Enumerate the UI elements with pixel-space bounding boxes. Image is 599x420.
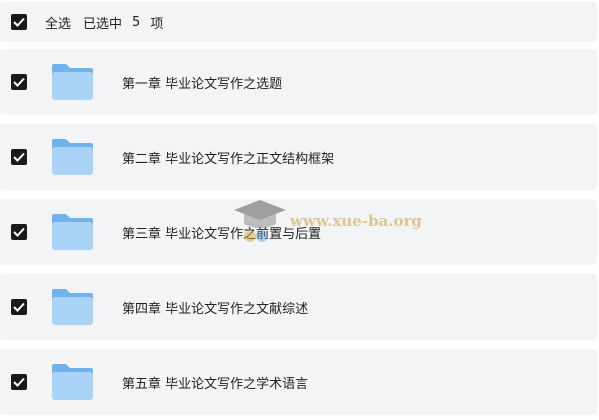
file-name: 第二章 毕业论文写作之正文结构框架 <box>122 151 335 167</box>
checkmark-icon <box>13 377 25 387</box>
folder-icon <box>50 62 95 102</box>
row-checkbox[interactable] <box>11 149 27 165</box>
row-checkbox[interactable] <box>11 224 27 240</box>
file-row-1[interactable]: 第一章 毕业论文写作之选题 <box>0 49 597 115</box>
file-name: 第五章 毕业论文写作之学术语言 <box>122 376 309 392</box>
selected-unit: 项 <box>150 16 164 32</box>
checkmark-icon <box>13 302 25 312</box>
folder-icon <box>50 287 95 327</box>
row-checkbox[interactable] <box>11 299 27 315</box>
file-name: 第一章 毕业论文写作之选题 <box>122 76 283 92</box>
checkmark-icon <box>13 17 25 27</box>
selected-label: 已选中 <box>83 16 123 32</box>
file-name: 第三章 毕业论文写作之前置与后置 <box>122 226 322 242</box>
row-checkbox[interactable] <box>11 74 27 90</box>
checkmark-icon <box>13 227 25 237</box>
folder-icon <box>50 212 95 252</box>
file-row-2[interactable]: 第二章 毕业论文写作之正文结构框架 <box>0 124 597 190</box>
folder-icon <box>50 137 95 177</box>
select-all-label: 全选 <box>45 16 72 32</box>
select-all-checkbox[interactable] <box>11 14 27 30</box>
checkmark-icon <box>13 77 25 87</box>
folder-icon <box>50 362 95 402</box>
row-checkbox[interactable] <box>11 374 27 390</box>
file-row-3[interactable]: 第三章 毕业论文写作之前置与后置 <box>0 199 597 265</box>
selected-count: 5 <box>132 14 141 30</box>
file-row-4[interactable]: 第四章 毕业论文写作之文献综述 <box>0 274 597 340</box>
select-all-bar: 全选 已选中 5 项 <box>0 2 597 42</box>
checkmark-icon <box>13 152 25 162</box>
file-row-5[interactable]: 第五章 毕业论文写作之学术语言 <box>0 349 597 415</box>
file-name: 第四章 毕业论文写作之文献综述 <box>122 301 309 317</box>
